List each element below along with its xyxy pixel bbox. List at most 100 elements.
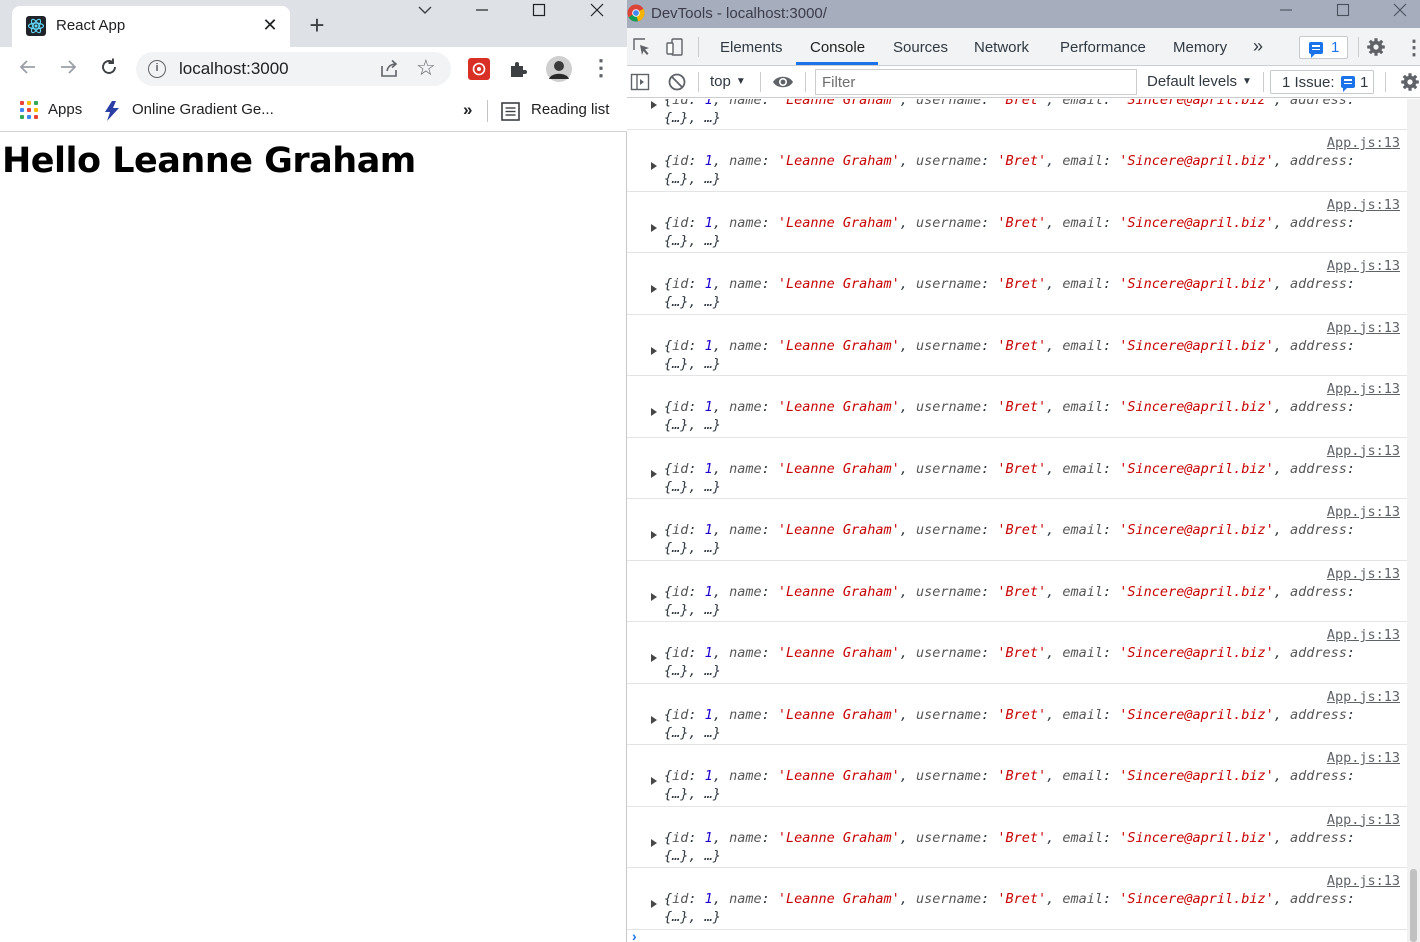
expand-triangle-icon[interactable] (651, 777, 657, 785)
more-vert-icon[interactable]: ⋮ (590, 57, 612, 81)
share-icon[interactable] (378, 58, 400, 80)
forward-icon[interactable] (55, 56, 81, 82)
log-row[interactable]: App.js:13{id: 1, name: 'Leanne Graham', … (627, 561, 1407, 622)
log-row[interactable]: App.js:13{id: 1, name: 'Leanne Graham', … (627, 807, 1407, 868)
log-source-link[interactable]: App.js:13 (1327, 873, 1400, 889)
log-source-link[interactable]: App.js:13 (1327, 504, 1400, 520)
expand-triangle-icon[interactable] (651, 592, 657, 601)
reading-list-button[interactable]: Reading list (531, 101, 609, 118)
expand-triangle-icon[interactable] (651, 223, 657, 232)
toolbar-divider (1263, 72, 1264, 92)
more-tabs-button[interactable]: » (1253, 36, 1263, 57)
log-row[interactable]: App.js:13{id: 1, name: 'Leanne Graham', … (627, 99, 1407, 130)
device-toolbar-icon[interactable] (665, 37, 685, 57)
window-close-icon[interactable] (577, 2, 617, 24)
maximize-icon[interactable] (519, 2, 559, 24)
log-token: 'Leanne Graham' (777, 891, 900, 907)
reload-icon[interactable] (96, 56, 122, 82)
log-row[interactable]: App.js:13{id: 1, name: 'Leanne Graham', … (627, 438, 1407, 499)
console-prompt[interactable]: › (632, 928, 637, 942)
inspect-icon[interactable] (632, 37, 652, 57)
log-row[interactable]: App.js:13{id: 1, name: 'Leanne Graham', … (627, 253, 1407, 315)
devtools-menu-icon[interactable]: ⋮ (1404, 35, 1420, 60)
tab-search-icon[interactable] (405, 2, 445, 24)
console-scrollbar[interactable] (1407, 99, 1420, 942)
log-row[interactable]: App.js:13{id: 1, name: 'Leanne Graham', … (627, 376, 1407, 438)
bookmark-online-gradient[interactable]: Online Gradient Ge... (132, 101, 274, 118)
log-row[interactable]: App.js:13{id: 1, name: 'Leanne Graham', … (627, 622, 1407, 684)
new-tab-button[interactable]: + (304, 12, 330, 39)
tab-console[interactable]: Console (810, 39, 865, 56)
log-row[interactable]: App.js:13{id: 1, name: 'Leanne Graham', … (627, 868, 1407, 930)
gear-icon[interactable] (1366, 37, 1386, 57)
log-token: 'Sincere@april.biz' (1119, 706, 1274, 723)
log-row[interactable]: App.js:13{id: 1, name: 'Leanne Graham', … (627, 745, 1407, 807)
log-levels-dropdown[interactable]: Default levels ▼ (1147, 73, 1252, 90)
expand-triangle-icon[interactable] (651, 346, 657, 355)
maximize-icon[interactable] (1328, 3, 1358, 25)
log-token: : (981, 706, 998, 723)
extension-icon[interactable] (468, 58, 490, 80)
log-source-link[interactable]: App.js:13 (1327, 812, 1400, 828)
back-icon[interactable] (15, 56, 41, 82)
expand-triangle-icon[interactable] (651, 408, 657, 416)
expand-triangle-icon[interactable] (651, 654, 657, 662)
log-source-link[interactable]: App.js:13 (1327, 258, 1400, 274)
log-source-link[interactable]: App.js:13 (1327, 443, 1400, 459)
log-source-link[interactable]: App.js:13 (1327, 689, 1400, 705)
log-token: : (761, 522, 778, 538)
log-source-link[interactable]: App.js:13 (1327, 750, 1400, 766)
expand-triangle-icon[interactable] (651, 838, 657, 847)
address-bar[interactable]: i localhost:3000 ☆ (136, 52, 451, 86)
clear-icon[interactable] (667, 72, 687, 92)
tab-react-app[interactable]: React App ✕ (12, 6, 290, 47)
star-icon[interactable]: ☆ (416, 55, 436, 81)
log-row[interactable]: App.js:13{id: 1, name: 'Leanne Graham', … (627, 130, 1407, 192)
minimize-icon[interactable] (1271, 3, 1301, 25)
log-token: 'Sincere@april.biz' (1119, 276, 1274, 292)
log-source-link[interactable]: App.js:13 (1327, 381, 1400, 397)
log-source-link[interactable]: App.js:13 (1327, 135, 1400, 151)
expand-triangle-icon[interactable] (651, 469, 657, 478)
log-row[interactable]: App.js:13{id: 1, name: 'Leanne Graham', … (627, 315, 1407, 376)
tab-memory[interactable]: Memory (1173, 39, 1227, 56)
context-selector[interactable]: top ▼ (710, 73, 746, 90)
log-row[interactable]: App.js:13{id: 1, name: 'Leanne Graham', … (627, 684, 1407, 745)
issues-badge-button[interactable]: 1 (1299, 36, 1348, 59)
window-close-icon[interactable] (1385, 3, 1415, 25)
log-token: address (1290, 460, 1347, 477)
expand-triangle-icon[interactable] (651, 285, 657, 293)
tab-sources[interactable]: Sources (893, 39, 948, 56)
log-row[interactable]: App.js:13{id: 1, name: 'Leanne Graham', … (627, 192, 1407, 253)
puzzle-icon[interactable] (507, 58, 529, 80)
expand-triangle-icon[interactable] (651, 900, 657, 908)
log-source-link[interactable]: App.js:13 (1327, 627, 1400, 643)
log-token: id (672, 645, 689, 661)
log-row[interactable]: App.js:13{id: 1, name: 'Leanne Graham', … (627, 499, 1407, 561)
bookmark-apps[interactable]: Apps (48, 101, 82, 118)
minimize-icon[interactable] (462, 2, 502, 24)
expand-triangle-icon[interactable] (651, 715, 657, 724)
avatar[interactable] (545, 55, 573, 83)
scrollbar-thumb[interactable] (1410, 869, 1417, 942)
tab-elements[interactable]: Elements (720, 39, 783, 56)
expand-triangle-icon[interactable] (651, 162, 657, 170)
info-icon[interactable]: i (148, 60, 166, 78)
bookmarks-overflow[interactable]: » (463, 100, 472, 120)
tab-network[interactable]: Network (974, 39, 1029, 56)
log-token: email (1062, 706, 1104, 723)
filter-input[interactable] (816, 70, 1136, 94)
log-source-link[interactable]: App.js:13 (1327, 197, 1400, 213)
close-icon[interactable]: ✕ (260, 15, 280, 35)
log-source-link[interactable]: App.js:13 (1327, 566, 1400, 582)
expand-triangle-icon[interactable] (651, 100, 657, 109)
expand-triangle-icon[interactable] (651, 531, 657, 539)
eye-icon[interactable] (772, 73, 794, 91)
log-source-link[interactable]: App.js:13 (1327, 320, 1400, 336)
tab-performance[interactable]: Performance (1060, 39, 1146, 56)
log-token: 'Sincere@april.biz' (1119, 522, 1274, 538)
console-settings-icon[interactable] (1400, 72, 1420, 92)
issues-count-button[interactable]: 1 Issue: 1 (1270, 70, 1374, 94)
sidebar-icon[interactable] (630, 72, 650, 92)
apps-grid-icon[interactable] (20, 101, 38, 119)
